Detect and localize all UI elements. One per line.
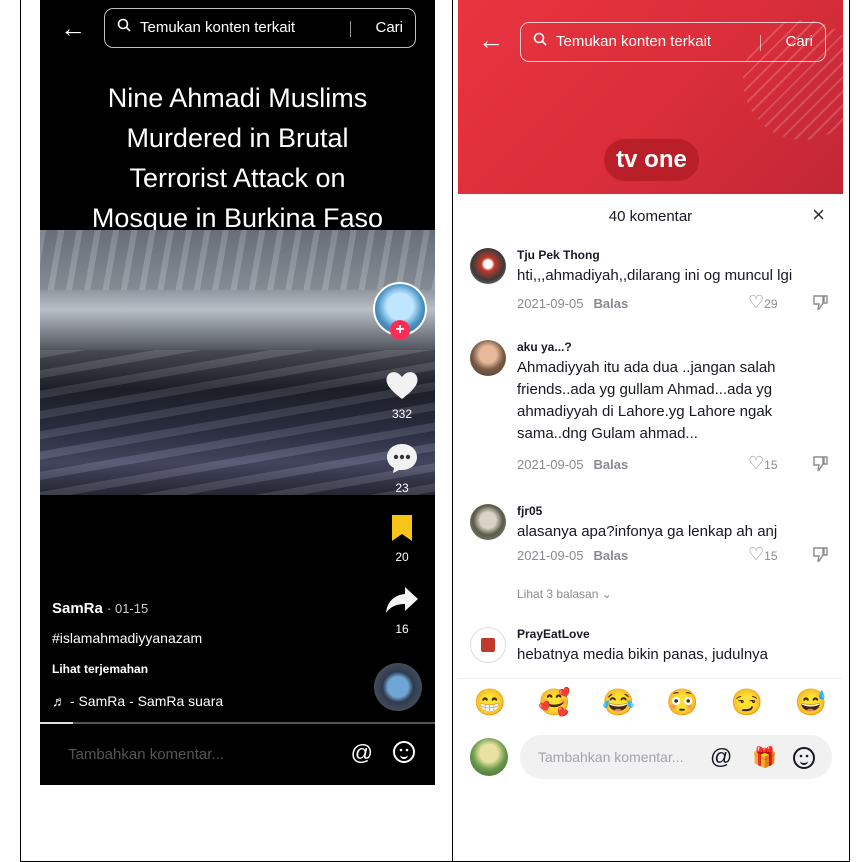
sound-link[interactable]: ♬ - SamRa - SamRa suara	[52, 693, 223, 709]
comment-count: 23	[395, 481, 409, 495]
comment-like-count: 15	[764, 549, 778, 563]
emoji-flushed[interactable]: 😳	[666, 687, 698, 718]
commenter-name[interactable]: PrayEatLove	[517, 627, 590, 641]
comment-input-bar: Tambahkan komentar... @	[40, 735, 435, 775]
comment-text: hti,,,ahmadiyah,,dilarang ini og muncul …	[517, 267, 793, 284]
close-icon[interactable]: ×	[812, 202, 825, 228]
comment-meta: 2021-09-05 Balas	[517, 296, 638, 311]
emoji-grin[interactable]: 😁	[474, 687, 506, 718]
heart-outline-icon: ♡	[748, 544, 765, 564]
comment-text: alasanya apa?infonya ga lenkap ah anj	[517, 523, 778, 540]
comment-like-count: 15	[764, 458, 778, 472]
quick-emoji-row: 😁 🥰 😂 😳 😏 😅	[458, 678, 843, 725]
gift-icon[interactable]: 🎁	[752, 745, 777, 770]
dislike-icon[interactable]	[812, 455, 828, 476]
search-divider	[760, 35, 761, 51]
share-arrow-icon	[386, 587, 418, 613]
dislike-icon[interactable]	[812, 546, 828, 567]
video-progress-bar[interactable]	[40, 722, 435, 724]
dislike-icon[interactable]	[812, 294, 828, 315]
table-divider	[452, 0, 453, 862]
back-arrow-icon[interactable]: ←	[478, 27, 504, 53]
comments-screen: tv one ← Temukan konten terkait Cari 40 …	[458, 0, 843, 785]
comment-text: Ahmadiyyah itu ada dua ..jangan salah fr…	[517, 359, 776, 442]
view-replies-link[interactable]: Lihat 3 balasan ⌄	[517, 587, 612, 601]
save-count: 20	[395, 550, 409, 564]
comment-date: 2021-09-05	[517, 548, 584, 563]
search-divider	[350, 21, 351, 37]
search-placeholder: Temukan konten terkait	[140, 19, 296, 36]
like-count: 332	[391, 407, 413, 421]
search-icon	[533, 32, 547, 46]
comment-input[interactable]: Tambahkan komentar...	[68, 746, 224, 763]
tvone-logo: tv one	[604, 139, 699, 181]
post-date: · 01-15	[107, 601, 149, 616]
mention-at-icon[interactable]: @	[710, 744, 732, 770]
comment-like-count: 29	[764, 297, 778, 311]
commenter-avatar[interactable]	[470, 248, 506, 284]
commenter-avatar[interactable]	[470, 627, 506, 663]
share-button[interactable]: 16	[377, 585, 427, 636]
comment-item: Tju Pek Thong hti,,,ahmadiyah,,dilarang …	[470, 248, 835, 328]
progress-fill	[40, 722, 73, 724]
reply-button[interactable]: Balas	[594, 457, 629, 472]
reply-button[interactable]: Balas	[594, 296, 629, 311]
commenter-name[interactable]: Tju Pek Thong	[517, 248, 600, 262]
search-placeholder: Temukan konten terkait	[556, 33, 712, 50]
reply-button[interactable]: Balas	[594, 548, 629, 563]
comment-like-button[interactable]: ♡29	[748, 292, 778, 313]
search-icon	[117, 18, 131, 32]
emoji-sweat-smile[interactable]: 😅	[795, 687, 827, 718]
comment-like-button[interactable]: ♡15	[748, 544, 778, 565]
back-arrow-icon[interactable]: ←	[60, 15, 86, 41]
comment-input-bar: Tambahkan komentar... @ 🎁	[458, 735, 843, 785]
heart-outline-icon: ♡	[748, 453, 765, 473]
heart-outline-icon: ♡	[748, 292, 765, 312]
comment-date: 2021-09-05	[517, 296, 584, 311]
emoji-smile-icon[interactable]	[793, 747, 815, 769]
share-count: 16	[395, 622, 409, 636]
commenter-avatar[interactable]	[470, 504, 506, 540]
author-name[interactable]: SamRa	[52, 600, 103, 617]
top-bar: ← Temukan konten terkait Cari	[458, 22, 843, 62]
comment-meta: 2021-09-05 Balas	[517, 457, 638, 472]
commenter-avatar[interactable]	[470, 340, 506, 376]
bookmark-icon	[392, 515, 412, 541]
comment-bubble-icon	[387, 444, 417, 473]
comment-like-button[interactable]: ♡15	[748, 453, 778, 474]
like-button[interactable]: 332	[377, 370, 427, 421]
follow-plus-icon[interactable]: +	[390, 320, 410, 340]
comment-item: PrayEatLove hebatnya media bikin panas, …	[470, 627, 835, 673]
music-disc-icon[interactable]	[374, 663, 422, 711]
comment-text: hebatnya media bikin panas, judulnya	[517, 646, 769, 663]
comment-input-placeholder: Tambahkan komentar...	[538, 749, 684, 765]
emoji-smile-icon[interactable]	[393, 741, 415, 763]
emoji-joy[interactable]: 😂	[602, 687, 634, 718]
mention-at-icon[interactable]: @	[351, 740, 373, 766]
comment-button[interactable]: 23	[377, 442, 427, 495]
heart-icon	[386, 372, 418, 399]
search-button[interactable]: Cari	[785, 33, 813, 50]
comment-date: 2021-09-05	[517, 457, 584, 472]
my-avatar	[470, 738, 508, 776]
author-line[interactable]: SamRa · 01-15	[52, 600, 148, 617]
emoji-smirk[interactable]: 😏	[731, 687, 763, 718]
video-screen: ← Temukan konten terkait Cari Nine Ahmad…	[40, 0, 435, 785]
commenter-name[interactable]: aku ya...?	[517, 340, 572, 354]
comments-count-title: 40 komentar	[608, 208, 693, 225]
comment-input[interactable]: Tambahkan komentar... @ 🎁	[520, 735, 832, 779]
save-button[interactable]: 20	[377, 513, 427, 564]
commenter-name[interactable]: fjr05	[517, 504, 542, 518]
emoji-hearts[interactable]: 🥰	[538, 687, 570, 718]
search-box[interactable]: Temukan konten terkait Cari	[520, 22, 826, 62]
see-translation-link[interactable]: Lihat terjemahan	[52, 662, 148, 676]
action-rail: + 332 23 20 16	[365, 0, 435, 785]
comment-meta: 2021-09-05 Balas	[517, 548, 638, 563]
hashtag-link[interactable]: #islamahmadiyyanazam	[52, 630, 202, 646]
comment-item: aku ya...? Ahmadiyyah itu ada dua ..jang…	[470, 340, 835, 476]
avatar-graphic	[481, 638, 495, 652]
